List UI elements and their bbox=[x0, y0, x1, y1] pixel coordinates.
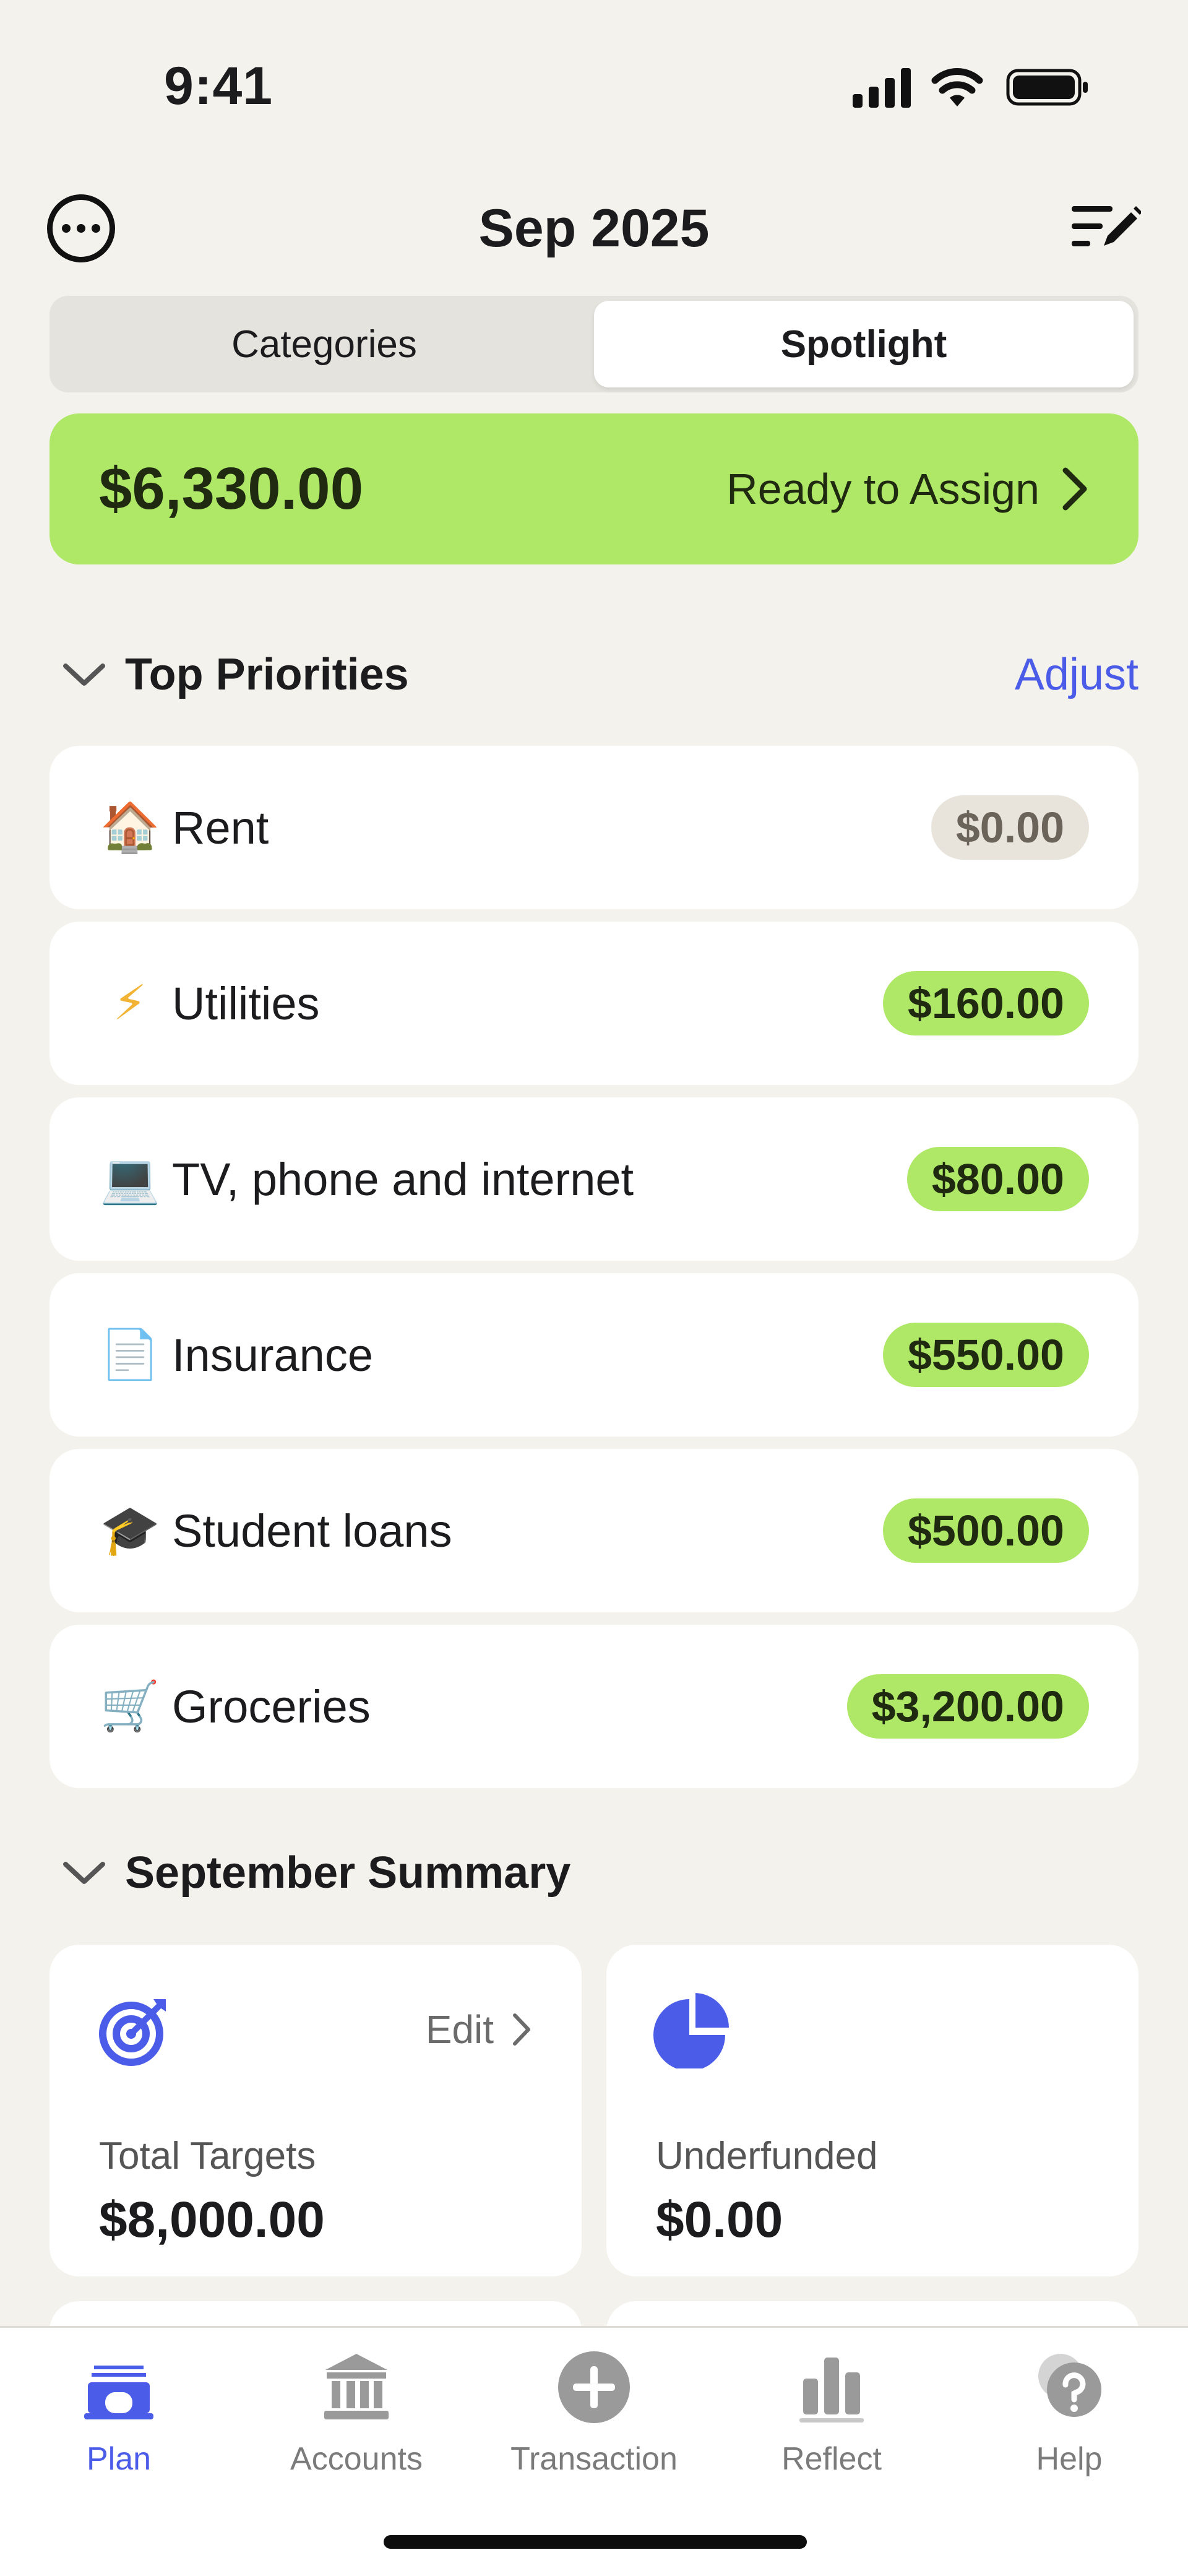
priority-row-rent[interactable]: 🏠 Rent $0.00 bbox=[50, 746, 1138, 909]
tab-label: Plan bbox=[86, 2441, 152, 2477]
home-indicator bbox=[384, 2535, 807, 2549]
laptop-icon: 💻 bbox=[100, 1151, 160, 1207]
bank-icon bbox=[324, 2354, 389, 2419]
chevron-right-icon bbox=[513, 2013, 530, 2046]
chevron-down-icon[interactable] bbox=[62, 661, 106, 688]
edit-label: Edit bbox=[425, 2007, 494, 2052]
priority-name: Groceries bbox=[172, 1680, 371, 1732]
plus-circle-icon bbox=[558, 2351, 630, 2423]
tab-plan[interactable]: Plan bbox=[0, 2328, 238, 2576]
top-priorities-header: Top Priorities Adjust bbox=[50, 644, 1138, 706]
priority-amount-badge: $500.00 bbox=[882, 1498, 1089, 1563]
priority-name: Student loans bbox=[172, 1505, 452, 1557]
edit-targets-button[interactable]: Edit bbox=[426, 2007, 532, 2052]
priority-name: TV, phone and internet bbox=[172, 1153, 634, 1205]
segment-categories[interactable]: Categories bbox=[54, 301, 594, 387]
priority-name: Rent bbox=[172, 802, 269, 854]
tab-label: Transaction bbox=[510, 2441, 678, 2477]
ready-to-assign-label: Ready to Assign bbox=[726, 465, 1040, 513]
underfunded-label: Underfunded bbox=[656, 2135, 878, 2177]
cellular-signal-icon bbox=[853, 68, 911, 108]
tab-label: Accounts bbox=[290, 2441, 423, 2477]
graduation-cap-icon: 🎓 bbox=[100, 1502, 160, 1558]
tab-label: Help bbox=[1036, 2441, 1103, 2477]
summary-title: September Summary bbox=[125, 1848, 571, 1898]
bar-chart-icon bbox=[799, 2358, 864, 2423]
lightning-icon: ⚡ bbox=[113, 975, 147, 1031]
document-icon: 📄 bbox=[100, 1326, 160, 1383]
priority-amount-badge: $550.00 bbox=[882, 1323, 1089, 1387]
plan-icon bbox=[84, 2366, 153, 2419]
tab-label: Reflect bbox=[781, 2441, 882, 2477]
help-bubble-icon bbox=[1038, 2354, 1101, 2417]
priority-amount-badge: $160.00 bbox=[882, 971, 1089, 1035]
priority-name: Utilities bbox=[172, 977, 320, 1029]
total-targets-value: $8,000.00 bbox=[99, 2192, 325, 2248]
priority-amount-badge: $80.00 bbox=[906, 1147, 1089, 1211]
shopping-cart-icon: 🛒 bbox=[100, 1678, 160, 1734]
priority-row-utilities[interactable]: ⚡ Utilities $160.00 bbox=[50, 922, 1138, 1085]
status-time: 9:41 bbox=[164, 56, 273, 116]
ready-to-assign-amount: $6,330.00 bbox=[99, 456, 364, 522]
priority-row-groceries[interactable]: 🛒 Groceries $3,200.00 bbox=[50, 1625, 1138, 1788]
summary-header: September Summary bbox=[50, 1842, 1138, 1904]
adjust-button[interactable]: Adjust bbox=[1015, 649, 1138, 700]
underfunded-card[interactable]: Underfunded $0.00 bbox=[606, 1945, 1138, 2276]
ready-to-assign-banner[interactable]: $6,330.00 Ready to Assign bbox=[50, 413, 1138, 564]
chevron-down-icon[interactable] bbox=[62, 1859, 106, 1887]
edit-list-icon[interactable] bbox=[1069, 201, 1141, 253]
month-title[interactable]: Sep 2025 bbox=[0, 198, 1188, 259]
segment-spotlight[interactable]: Spotlight bbox=[594, 301, 1134, 387]
house-icon: 🏠 bbox=[100, 799, 160, 855]
summary-grid: Edit Total Targets $8,000.00 Underfunded… bbox=[50, 1945, 1138, 2276]
wifi-icon bbox=[931, 68, 983, 106]
priority-row-tv-phone-internet[interactable]: 💻 TV, phone and internet $80.00 bbox=[50, 1097, 1138, 1261]
battery-icon bbox=[1006, 69, 1088, 106]
priority-row-insurance[interactable]: 📄 Insurance $550.00 bbox=[50, 1273, 1138, 1437]
view-segmented-control: Categories Spotlight bbox=[50, 296, 1138, 392]
total-targets-card[interactable]: Edit Total Targets $8,000.00 bbox=[50, 1945, 582, 2276]
chevron-right-icon bbox=[1062, 467, 1087, 511]
priority-list: 🏠 Rent $0.00 ⚡ Utilities $160.00 💻 TV, p… bbox=[50, 746, 1138, 1800]
top-priorities-title: Top Priorities bbox=[125, 650, 409, 699]
underfunded-value: $0.00 bbox=[656, 2192, 783, 2248]
priority-name: Insurance bbox=[172, 1329, 373, 1381]
priority-amount-badge: $3,200.00 bbox=[846, 1674, 1089, 1739]
priority-row-student-loans[interactable]: 🎓 Student loans $500.00 bbox=[50, 1449, 1138, 1612]
pie-chart-icon bbox=[653, 1993, 729, 2068]
tab-help[interactable]: Help bbox=[950, 2328, 1188, 2576]
status-bar: 9:41 bbox=[0, 0, 1188, 161]
target-icon bbox=[99, 1999, 166, 2066]
priority-amount-badge: $0.00 bbox=[931, 795, 1089, 860]
total-targets-label: Total Targets bbox=[99, 2135, 316, 2177]
